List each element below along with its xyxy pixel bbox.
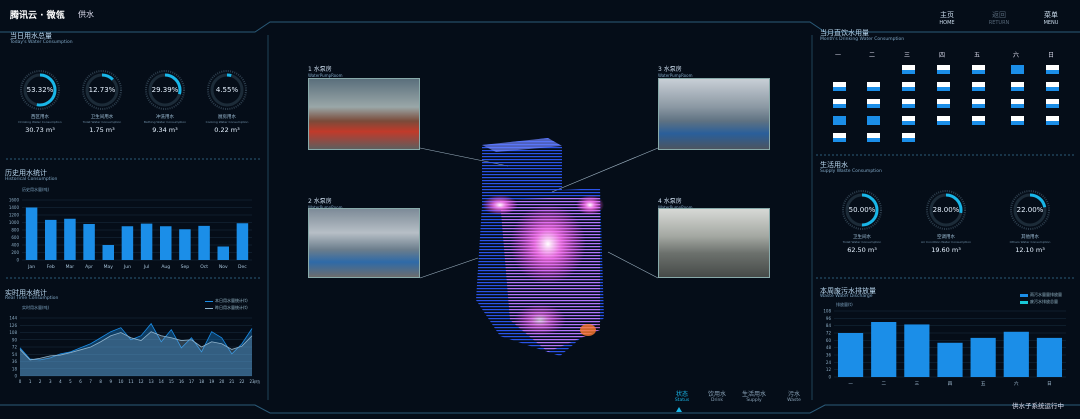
bar-一 (837, 333, 864, 377)
waste-subtitle: Waste Water Discharge (820, 294, 873, 299)
bar-日 (1036, 337, 1063, 377)
calendar-day[interactable] (937, 99, 950, 108)
calendar-day[interactable] (902, 99, 915, 108)
y-tick-label: 48 (826, 345, 832, 350)
x-tick-label: 日 (1047, 381, 1052, 387)
calendar-day[interactable] (867, 133, 880, 142)
weekday-label: 四 (939, 52, 946, 59)
up-arrow-icon[interactable] (676, 407, 682, 412)
weekday-label: 五 (974, 52, 981, 59)
y-tick-label: 36 (826, 353, 832, 358)
y-tick-label: 72 (826, 331, 832, 336)
calendar-day[interactable] (972, 99, 985, 108)
calendar-day[interactable] (833, 116, 846, 125)
status-text: 供水子系统运行中 (1012, 402, 1064, 410)
calendar-day[interactable] (937, 82, 950, 91)
calendar-day[interactable] (1011, 65, 1024, 74)
x-tick-label: 五 (981, 381, 986, 387)
calendar-day[interactable] (1046, 82, 1059, 91)
y-tick-label: 108 (823, 309, 831, 314)
y-tick-label: 60 (826, 338, 832, 343)
weekday-label: 一 (835, 52, 842, 59)
calendar-day[interactable] (867, 99, 880, 108)
calendar-day[interactable] (937, 65, 950, 74)
x-tick-label: 六 (1014, 380, 1019, 387)
y-tick-label: 24 (826, 360, 832, 365)
ring-percent: 28.00% (932, 206, 960, 214)
waste-chart: 108 96 84 72 60 48 36 24 12 0 一 二 三 四 五 六 日 (823, 309, 1066, 387)
ring-value: 12.10 m³ (1015, 246, 1045, 254)
bar-三 (904, 324, 930, 377)
calendar-day[interactable] (937, 116, 950, 125)
weekday-label: 六 (1013, 52, 1020, 59)
calendar-day[interactable] (972, 116, 985, 125)
calendar-day[interactable] (867, 116, 880, 125)
weekday-label: 三 (904, 52, 911, 59)
bar-四 (937, 342, 963, 377)
weekday-label: 二 (869, 52, 876, 59)
bar-五 (970, 337, 996, 377)
x-tick-label: 一 (848, 382, 853, 387)
calendar-day[interactable] (972, 82, 985, 91)
calendar-day[interactable] (1011, 99, 1024, 108)
calendar-day[interactable] (1046, 99, 1059, 108)
calendar-day[interactable] (902, 82, 915, 91)
calendar-day[interactable] (902, 116, 915, 125)
calendar-day[interactable] (833, 99, 846, 108)
dashboard: 腾讯云 · 微瓴 供水 主页 HOME 返回 RETURN 菜单 MENU 当日用水总… (0, 0, 1080, 419)
calendar-day[interactable] (833, 133, 846, 142)
y-tick-label: 84 (826, 323, 832, 328)
calendar-day[interactable] (972, 65, 985, 74)
ring-percent: 22.00% (1016, 206, 1044, 214)
y-tick-label: 96 (826, 316, 832, 321)
x-tick-label: 四 (948, 381, 953, 387)
calendar-day[interactable] (833, 82, 846, 91)
weekday-label: 日 (1048, 52, 1055, 59)
calendar-day[interactable] (1011, 82, 1024, 91)
bottom-nav-status[interactable]: 状态 Status (669, 389, 695, 403)
bottom-nav-drink[interactable]: 饮用水 Drink (704, 389, 730, 403)
bottom-nav-supply[interactable]: 生活用水 Supply (741, 389, 767, 403)
calendar-day[interactable] (902, 133, 915, 142)
y-tick-label: 0 (828, 375, 831, 380)
bottom-nav-waste[interactable]: 污水 Waste (781, 389, 807, 403)
calendar-day[interactable] (1046, 116, 1059, 125)
x-tick-label: 二 (881, 381, 886, 387)
ring-label-en: Air Condition Water Consumption (920, 240, 972, 244)
x-tick-label: 三 (915, 381, 920, 387)
calendar-day[interactable] (867, 82, 880, 91)
calendar-day[interactable] (1011, 116, 1024, 125)
calendar-day[interactable] (1046, 65, 1059, 74)
ring-label-en: Others Water Consumption (1009, 240, 1051, 244)
supply-subtitle: Supply Waste Consumption (820, 169, 882, 174)
calendar-day[interactable] (902, 65, 915, 74)
waste-legend-rain: 雨污水量量排放量 (1020, 292, 1062, 298)
bar-六 (1003, 331, 1029, 377)
y-tick-label: 12 (826, 367, 832, 372)
calendar-subtitle: Month's Drinking Water Consumption (820, 37, 905, 42)
ring-percent: 50.00% (848, 206, 876, 214)
bar-二 (871, 322, 897, 377)
ring-value: 62.50 m³ (847, 246, 877, 254)
ring-label-en: Toilet Water Consumption (842, 240, 882, 244)
ring-value: 19.60 m³ (931, 246, 961, 254)
